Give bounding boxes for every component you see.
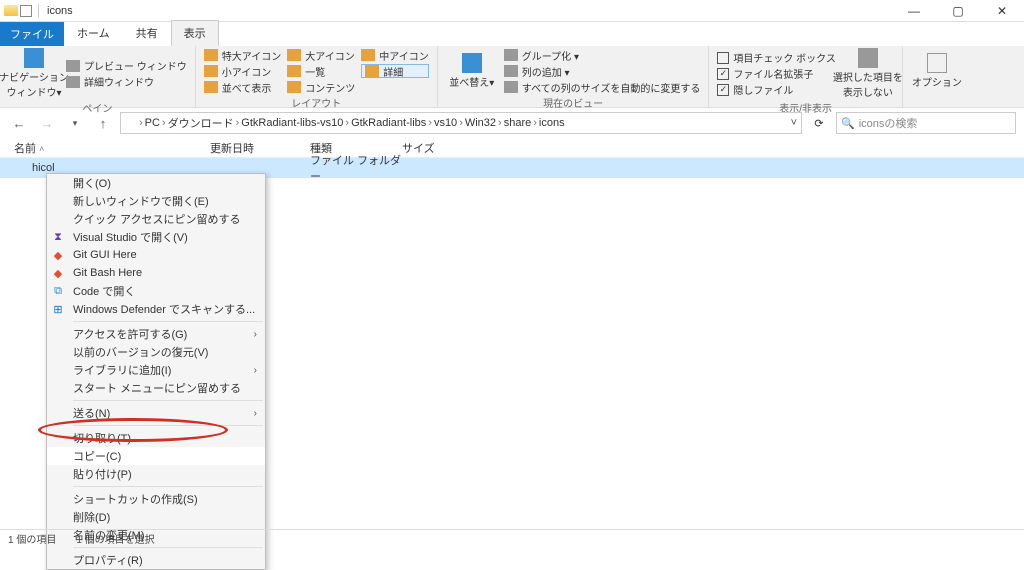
ctx-cut[interactable]: 切り取り(T) [47, 429, 265, 447]
crumb[interactable]: share [504, 117, 532, 129]
ctx-pin-quick-access[interactable]: クイック アクセスにピン留めする [47, 210, 265, 228]
crumb[interactable]: GtkRadiant-libs-vs10 [241, 117, 343, 129]
layout-tiles[interactable]: 並べて表示 [204, 80, 282, 94]
crumb[interactable]: vs10 [434, 117, 457, 129]
quick-access-toolbar-icon[interactable] [20, 5, 32, 17]
file-extensions-toggle[interactable]: ファイル名拡張子 [717, 67, 835, 81]
tab-file[interactable]: ファイル [0, 22, 64, 46]
title-bar: icons — ▢ ✕ [0, 0, 1024, 22]
ctx-grant-access[interactable]: アクセスを許可する(G)› [47, 325, 265, 343]
ctx-copy[interactable]: コピー(C) [47, 447, 265, 465]
tab-view[interactable]: 表示 [171, 20, 219, 46]
size-all-columns-button[interactable]: すべての列のサイズを自動的に変更する [504, 80, 701, 94]
layout-l-icons[interactable]: 大アイコン [287, 48, 355, 62]
ribbon: ナビゲーション ウィンドウ▾ プレビュー ウィンドウ 詳細ウィンドウ ペイン 特… [0, 46, 1024, 108]
ctx-open-code[interactable]: ⧉Code で開く [47, 282, 265, 300]
nav-up-button[interactable]: ↑ [92, 112, 114, 134]
minimize-button[interactable]: — [892, 0, 936, 22]
ctx-send-to[interactable]: 送る(N)› [47, 404, 265, 422]
vscode-icon: ⧉ [51, 284, 65, 298]
crumb[interactable]: icons [539, 117, 565, 129]
tab-home[interactable]: ホーム [64, 20, 123, 46]
crumb[interactable]: GtkRadiant-libs [351, 117, 426, 129]
navigation-pane-button[interactable]: ナビゲーション ウィンドウ▾ [8, 48, 60, 99]
nav-forward-button[interactable]: → [36, 112, 58, 134]
ctx-paste[interactable]: 貼り付け(P) [47, 465, 265, 483]
ribbon-group-options: オプション [903, 46, 971, 107]
search-input[interactable]: 🔍 iconsの検索 [836, 112, 1016, 134]
ctx-add-library[interactable]: ライブラリに追加(I)› [47, 361, 265, 379]
hidden-items-toggle[interactable]: 隠しファイル [717, 83, 835, 97]
layout-s-icons[interactable]: 小アイコン [204, 64, 282, 78]
ctx-defender-scan[interactable]: ⊞Windows Defender でスキャンする... [47, 300, 265, 318]
ctx-delete[interactable]: 削除(D) [47, 508, 265, 526]
group-by-button[interactable]: グループ化 ▾ [504, 48, 701, 62]
window-title: icons [47, 5, 73, 17]
layout-xl-icons[interactable]: 特大アイコン [204, 48, 282, 62]
ctx-open-new-window[interactable]: 新しいウィンドウで開く(E) [47, 192, 265, 210]
address-bar-row: ← → ▾ ↑ › PC› ダウンロード› GtkRadiant-libs-vs… [0, 108, 1024, 138]
status-item-count: 1 個の項目 [8, 531, 56, 546]
search-placeholder: iconsの検索 [859, 115, 918, 131]
folder-icon [14, 163, 28, 174]
add-columns-button[interactable]: 列の追加 ▾ [504, 64, 701, 78]
tab-share[interactable]: 共有 [123, 20, 171, 46]
layout-list[interactable]: 一覧 [287, 64, 355, 78]
column-header-date[interactable]: 更新日時 [210, 140, 310, 156]
ribbon-tabs: ファイル ホーム 共有 表示 [0, 22, 1024, 46]
crumb[interactable]: ダウンロード [168, 115, 234, 131]
refresh-button[interactable]: ⟳ [808, 112, 830, 134]
preview-pane-button[interactable]: プレビュー ウィンドウ [66, 59, 187, 73]
status-bar: 1 個の項目 1 個の項目を選択 [0, 529, 1024, 547]
details-pane-button[interactable]: 詳細ウィンドウ [66, 75, 187, 89]
column-headers: 名前 ˄ 更新日時 種類 サイズ [0, 138, 1024, 158]
git-icon: ◆ [51, 248, 65, 262]
nav-back-button[interactable]: ← [8, 112, 30, 134]
search-icon: 🔍 [841, 117, 855, 130]
ctx-open[interactable]: 開く(O) [47, 174, 265, 192]
app-folder-icon [4, 5, 18, 16]
visual-studio-icon: ⧗ [51, 230, 65, 244]
layout-details[interactable]: 詳細 [361, 64, 429, 78]
ribbon-group-panes: ナビゲーション ウィンドウ▾ プレビュー ウィンドウ 詳細ウィンドウ ペイン [0, 46, 196, 107]
ctx-pin-start[interactable]: スタート メニューにピン留めする [47, 379, 265, 397]
ctx-git-gui[interactable]: ◆Git GUI Here [47, 246, 265, 264]
sort-by-button[interactable]: 並べ替え▾ [446, 48, 498, 94]
hide-selected-button[interactable]: 選択した項目を 表示しない [842, 48, 894, 99]
ribbon-group-current-view: 並べ替え▾ グループ化 ▾ 列の追加 ▾ すべての列のサイズを自動的に変更する … [438, 46, 710, 107]
options-button[interactable]: オプション [911, 48, 963, 94]
close-button[interactable]: ✕ [980, 0, 1024, 22]
ctx-create-shortcut[interactable]: ショートカットの作成(S) [47, 490, 265, 508]
ctx-git-bash[interactable]: ◆Git Bash Here [47, 264, 265, 282]
nav-history-button[interactable]: ▾ [64, 112, 86, 134]
crumb[interactable]: PC [145, 117, 160, 129]
ribbon-group-label: レイアウト [204, 94, 429, 111]
ribbon-group-label: 現在のビュー [446, 94, 701, 111]
ctx-properties[interactable]: プロパティ(R) [47, 551, 265, 569]
crumb[interactable]: Win32 [465, 117, 496, 129]
shield-icon: ⊞ [51, 302, 65, 316]
ctx-open-visual-studio[interactable]: ⧗Visual Studio で開く(V) [47, 228, 265, 246]
breadcrumb[interactable]: › PC› ダウンロード› GtkRadiant-libs-vs10› GtkR… [120, 112, 802, 134]
ribbon-group-layout: 特大アイコン 小アイコン 並べて表示 大アイコン 一覧 コンテンツ 中アイコン … [196, 46, 438, 107]
column-header-size[interactable]: サイズ [402, 140, 462, 156]
status-selected-count: 1 個の項目を選択 [76, 531, 154, 546]
column-header-name[interactable]: 名前 ˄ [0, 140, 210, 156]
ctx-restore-versions[interactable]: 以前のバージョンの復元(V) [47, 343, 265, 361]
item-checkboxes-toggle[interactable]: 項目チェック ボックス [717, 51, 835, 65]
ribbon-group-show-hide: 項目チェック ボックス ファイル名拡張子 隠しファイル 選択した項目を 表示しな… [709, 46, 902, 107]
context-menu: 開く(O) 新しいウィンドウで開く(E) クイック アクセスにピン留めする ⧗V… [46, 173, 266, 570]
layout-contents[interactable]: コンテンツ [287, 80, 355, 94]
maximize-button[interactable]: ▢ [936, 0, 980, 22]
file-type: ファイル フォルダー [310, 152, 402, 184]
layout-m-icons[interactable]: 中アイコン [361, 48, 429, 62]
git-icon: ◆ [51, 266, 65, 280]
